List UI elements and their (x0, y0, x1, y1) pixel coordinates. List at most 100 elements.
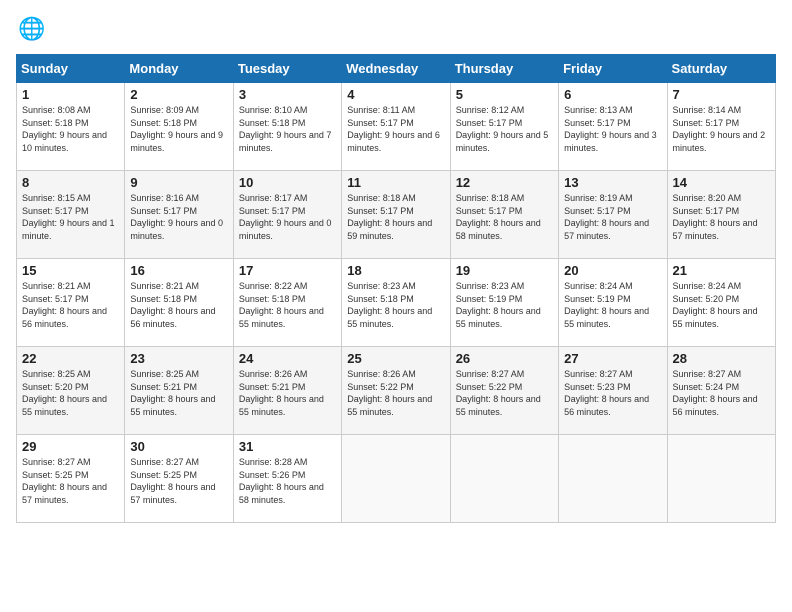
calendar-cell: 13 Sunrise: 8:19 AMSunset: 5:17 PMDayligh… (559, 171, 667, 259)
day-number: 25 (347, 351, 444, 366)
day-number: 27 (564, 351, 661, 366)
cell-details: Sunrise: 8:17 AMSunset: 5:17 PMDaylight:… (239, 192, 336, 242)
logo-icon: 🌐 (16, 16, 44, 44)
calendar-cell: 16 Sunrise: 8:21 AMSunset: 5:18 PMDayligh… (125, 259, 233, 347)
day-number: 29 (22, 439, 119, 454)
day-number: 23 (130, 351, 227, 366)
calendar-cell: 21 Sunrise: 8:24 AMSunset: 5:20 PMDayligh… (667, 259, 775, 347)
calendar-cell: 8 Sunrise: 8:15 AMSunset: 5:17 PMDaylight… (17, 171, 125, 259)
calendar-cell (667, 435, 775, 523)
day-number: 14 (673, 175, 770, 190)
cell-details: Sunrise: 8:23 AMSunset: 5:19 PMDaylight:… (456, 280, 553, 330)
calendar-cell: 25Sunrise: 8:26 AMSunset: 5:22 PMDayligh… (342, 347, 450, 435)
column-header-thursday: Thursday (450, 55, 558, 83)
day-number: 10 (239, 175, 336, 190)
calendar-cell: 3 Sunrise: 8:10 AMSunset: 5:18 PMDaylight… (233, 83, 341, 171)
calendar-week-4: 22 Sunrise: 8:25 AMSunset: 5:20 PMDayligh… (17, 347, 776, 435)
day-number: 20 (564, 263, 661, 278)
day-number: 30 (130, 439, 227, 454)
calendar-cell: 22 Sunrise: 8:25 AMSunset: 5:20 PMDayligh… (17, 347, 125, 435)
calendar-cell: 7 Sunrise: 8:14 AMSunset: 5:17 PMDaylight… (667, 83, 775, 171)
calendar-cell: 18 Sunrise: 8:23 AMSunset: 5:18 PMDayligh… (342, 259, 450, 347)
cell-details: Sunrise: 8:08 AMSunset: 5:18 PMDaylight:… (22, 104, 119, 154)
column-header-tuesday: Tuesday (233, 55, 341, 83)
calendar-week-3: 15Sunrise: 8:21 AMSunset: 5:17 PMDayligh… (17, 259, 776, 347)
calendar-cell (559, 435, 667, 523)
column-header-wednesday: Wednesday (342, 55, 450, 83)
calendar-cell: 31 Sunrise: 8:28 AMSunset: 5:26 PMDayligh… (233, 435, 341, 523)
day-number: 31 (239, 439, 336, 454)
cell-details: Sunrise: 8:13 AMSunset: 5:17 PMDaylight:… (564, 104, 661, 154)
day-number: 5 (456, 87, 553, 102)
day-number: 3 (239, 87, 336, 102)
calendar-cell (450, 435, 558, 523)
calendar-cell: 10 Sunrise: 8:17 AMSunset: 5:17 PMDayligh… (233, 171, 341, 259)
day-number: 7 (673, 87, 770, 102)
logo: 🌐 (16, 16, 48, 44)
calendar-cell: 28 Sunrise: 8:27 AMSunset: 5:24 PMDayligh… (667, 347, 775, 435)
cell-details: Sunrise: 8:20 AMSunset: 5:17 PMDaylight:… (673, 192, 770, 242)
cell-details: Sunrise: 8:28 AMSunset: 5:26 PMDaylight:… (239, 456, 336, 506)
calendar-cell: 17 Sunrise: 8:22 AMSunset: 5:18 PMDayligh… (233, 259, 341, 347)
cell-details: Sunrise: 8:21 AMSunset: 5:18 PMDaylight:… (130, 280, 227, 330)
cell-details: Sunrise: 8:14 AMSunset: 5:17 PMDaylight:… (673, 104, 770, 154)
cell-details: Sunrise: 8:27 AMSunset: 5:22 PMDaylight:… (456, 368, 553, 418)
day-number: 28 (673, 351, 770, 366)
cell-details: Sunrise: 8:18 AMSunset: 5:17 PMDaylight:… (347, 192, 444, 242)
day-number: 24 (239, 351, 336, 366)
cell-details: Sunrise: 8:25 AMSunset: 5:20 PMDaylight:… (22, 368, 119, 418)
day-number: 18 (347, 263, 444, 278)
cell-details: Sunrise: 8:24 AMSunset: 5:19 PMDaylight:… (564, 280, 661, 330)
cell-details: Sunrise: 8:27 AMSunset: 5:24 PMDaylight:… (673, 368, 770, 418)
column-header-saturday: Saturday (667, 55, 775, 83)
calendar-cell: 11Sunrise: 8:18 AMSunset: 5:17 PMDayligh… (342, 171, 450, 259)
calendar-cell: 4Sunrise: 8:11 AMSunset: 5:17 PMDaylight… (342, 83, 450, 171)
page-header: 🌐 (16, 16, 776, 44)
cell-details: Sunrise: 8:22 AMSunset: 5:18 PMDaylight:… (239, 280, 336, 330)
column-header-friday: Friday (559, 55, 667, 83)
cell-details: Sunrise: 8:23 AMSunset: 5:18 PMDaylight:… (347, 280, 444, 330)
calendar-cell: 24 Sunrise: 8:26 AMSunset: 5:21 PMDayligh… (233, 347, 341, 435)
svg-text:🌐: 🌐 (18, 16, 44, 41)
cell-details: Sunrise: 8:27 AMSunset: 5:23 PMDaylight:… (564, 368, 661, 418)
calendar-week-5: 29 Sunrise: 8:27 AMSunset: 5:25 PMDayligh… (17, 435, 776, 523)
day-number: 21 (673, 263, 770, 278)
cell-details: Sunrise: 8:21 AMSunset: 5:17 PMDaylight:… (22, 280, 119, 330)
calendar-header: SundayMondayTuesdayWednesdayThursdayFrid… (17, 55, 776, 83)
cell-details: Sunrise: 8:26 AMSunset: 5:21 PMDaylight:… (239, 368, 336, 418)
calendar-cell: 30 Sunrise: 8:27 AMSunset: 5:25 PMDayligh… (125, 435, 233, 523)
day-number: 17 (239, 263, 336, 278)
cell-details: Sunrise: 8:24 AMSunset: 5:20 PMDaylight:… (673, 280, 770, 330)
day-number: 22 (22, 351, 119, 366)
calendar-cell: 12 Sunrise: 8:18 AMSunset: 5:17 PMDayligh… (450, 171, 558, 259)
cell-details: Sunrise: 8:16 AMSunset: 5:17 PMDaylight:… (130, 192, 227, 242)
cell-details: Sunrise: 8:15 AMSunset: 5:17 PMDaylight:… (22, 192, 119, 242)
calendar-cell: 14 Sunrise: 8:20 AMSunset: 5:17 PMDayligh… (667, 171, 775, 259)
calendar-cell: 26Sunrise: 8:27 AMSunset: 5:22 PMDayligh… (450, 347, 558, 435)
cell-details: Sunrise: 8:19 AMSunset: 5:17 PMDaylight:… (564, 192, 661, 242)
cell-details: Sunrise: 8:09 AMSunset: 5:18 PMDaylight:… (130, 104, 227, 154)
calendar-cell: 9 Sunrise: 8:16 AMSunset: 5:17 PMDaylight… (125, 171, 233, 259)
day-number: 19 (456, 263, 553, 278)
calendar-cell: 5Sunrise: 8:12 AMSunset: 5:17 PMDaylight… (450, 83, 558, 171)
cell-details: Sunrise: 8:18 AMSunset: 5:17 PMDaylight:… (456, 192, 553, 242)
column-header-sunday: Sunday (17, 55, 125, 83)
day-number: 8 (22, 175, 119, 190)
calendar-cell: 29Sunrise: 8:27 AMSunset: 5:25 PMDayligh… (17, 435, 125, 523)
calendar-cell: 23 Sunrise: 8:25 AMSunset: 5:21 PMDayligh… (125, 347, 233, 435)
calendar-cell: 1Sunrise: 8:08 AMSunset: 5:18 PMDaylight… (17, 83, 125, 171)
calendar-body: 1Sunrise: 8:08 AMSunset: 5:18 PMDaylight… (17, 83, 776, 523)
cell-details: Sunrise: 8:25 AMSunset: 5:21 PMDaylight:… (130, 368, 227, 418)
day-number: 13 (564, 175, 661, 190)
calendar-cell: 15Sunrise: 8:21 AMSunset: 5:17 PMDayligh… (17, 259, 125, 347)
calendar-cell: 19 Sunrise: 8:23 AMSunset: 5:19 PMDayligh… (450, 259, 558, 347)
day-number: 9 (130, 175, 227, 190)
day-number: 16 (130, 263, 227, 278)
cell-details: Sunrise: 8:27 AMSunset: 5:25 PMDaylight:… (130, 456, 227, 506)
calendar-cell: 27 Sunrise: 8:27 AMSunset: 5:23 PMDayligh… (559, 347, 667, 435)
calendar-cell: 2 Sunrise: 8:09 AMSunset: 5:18 PMDaylight… (125, 83, 233, 171)
cell-details: Sunrise: 8:10 AMSunset: 5:18 PMDaylight:… (239, 104, 336, 154)
day-number: 2 (130, 87, 227, 102)
day-number: 12 (456, 175, 553, 190)
calendar-week-2: 8 Sunrise: 8:15 AMSunset: 5:17 PMDaylight… (17, 171, 776, 259)
